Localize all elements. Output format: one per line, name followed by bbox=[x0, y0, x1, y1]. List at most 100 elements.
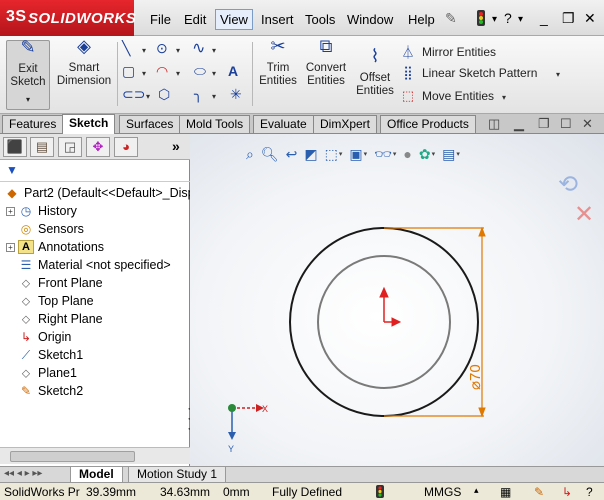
chevron-down-icon[interactable]: ▾ bbox=[142, 46, 146, 55]
menu-help[interactable]: Help bbox=[404, 10, 439, 29]
tab-motion-study-1[interactable]: Motion Study 1 bbox=[128, 467, 227, 483]
rectangle-icon[interactable]: ▢ bbox=[122, 63, 135, 80]
sketch-status-icon[interactable]: ✎ bbox=[534, 485, 544, 499]
scrollbar-thumb[interactable] bbox=[10, 451, 135, 462]
feature-manager-tab-icon[interactable]: ⬛ bbox=[3, 137, 27, 157]
spline-icon[interactable]: ∿ bbox=[192, 38, 205, 58]
menu-tools[interactable]: Tools bbox=[301, 10, 339, 29]
doc-close-icon[interactable]: ✕ bbox=[582, 116, 593, 132]
point-icon[interactable]: ✳ bbox=[230, 86, 242, 103]
linear-pattern-button[interactable]: ⣿ Linear Sketch Pattern bbox=[400, 65, 537, 81]
expand-icon[interactable]: + bbox=[6, 242, 15, 252]
chevron-down-icon[interactable]: ▾ bbox=[556, 70, 560, 79]
menu-edit[interactable]: Edit bbox=[180, 10, 210, 29]
rebuild-status-icon[interactable]: ▦ bbox=[500, 485, 511, 499]
scroll-left-icon[interactable]: ◂◂ ◂ ▸ ▸▸ bbox=[4, 468, 42, 479]
move-entities-button[interactable]: ⬚ Move Entities bbox=[400, 88, 494, 104]
arc-icon[interactable]: ◠ bbox=[156, 63, 168, 80]
status-units[interactable]: MMGS bbox=[424, 485, 461, 499]
smart-dimension-button[interactable]: ◈ Smart Dimension bbox=[54, 37, 114, 88]
tree-root-part[interactable]: ◆ Part2 (Default<<Default>_Disp bbox=[4, 184, 194, 202]
tree-item-top-plane[interactable]: ⬦ Top Plane bbox=[18, 292, 94, 310]
chevron-down-icon[interactable]: ▾ bbox=[492, 14, 497, 25]
pin-icon[interactable]: ✎ bbox=[445, 10, 457, 27]
tab-office-products[interactable]: Office Products bbox=[380, 115, 476, 133]
filter-bar[interactable]: ▼ bbox=[0, 160, 190, 182]
doc-float-icon[interactable]: ◫ bbox=[488, 116, 500, 132]
tree-item-annotations[interactable]: + A Annotations bbox=[6, 238, 104, 256]
convert-entities-button[interactable]: ⧉ Convert Entities bbox=[302, 37, 350, 88]
fillet-icon[interactable]: ╮ bbox=[194, 86, 202, 103]
chevron-up-icon[interactable]: ▴ bbox=[474, 485, 479, 496]
chevron-down-icon[interactable]: ▾ bbox=[7, 93, 49, 106]
chevron-down-icon[interactable]: ▾ bbox=[212, 69, 216, 78]
chevron-down-icon[interactable]: ▾ bbox=[518, 14, 523, 25]
graphics-area[interactable]: ⌕ 🔍︎ ↩ ◩ ⬚▾ ▣▾ 👓︎▾ ● ✿▾ ▤▾ ⟲ ✕ ⌀70 bbox=[190, 134, 604, 466]
tree-item-front-plane[interactable]: ⬦ Front Plane bbox=[18, 274, 103, 292]
restore-icon[interactable]: ❐ bbox=[562, 10, 575, 27]
bottom-tabs: ◂◂ ◂ ▸ ▸▸ Model Motion Study 1 bbox=[0, 466, 604, 483]
menu-view[interactable]: View bbox=[215, 9, 253, 30]
help-status-icon[interactable]: ? bbox=[586, 485, 593, 499]
tab-features[interactable]: Features bbox=[2, 115, 64, 133]
doc-maximize-icon[interactable]: ☐ bbox=[560, 116, 572, 132]
tab-model[interactable]: Model bbox=[70, 467, 123, 483]
doc-minimize-icon[interactable]: ▁ bbox=[514, 116, 524, 132]
line-icon[interactable]: ╲ bbox=[122, 40, 130, 57]
chevron-down-icon[interactable]: ▾ bbox=[176, 69, 180, 78]
exit-sketch-button[interactable]: ✎ Exit Sketch ▾ bbox=[6, 38, 50, 110]
text-icon[interactable]: A bbox=[228, 63, 238, 79]
tree-item-sensors[interactable]: ◎ Sensors bbox=[18, 220, 84, 238]
display-manager-tab-icon[interactable]: ◕ bbox=[114, 137, 138, 157]
tab-sketch[interactable]: Sketch bbox=[62, 114, 116, 134]
menu-file[interactable]: File bbox=[146, 10, 175, 29]
menu-window[interactable]: Window bbox=[343, 10, 397, 29]
expand-icon[interactable]: + bbox=[6, 206, 15, 216]
dimension-label[interactable]: ⌀70 bbox=[467, 364, 484, 390]
tree-item-sketch1[interactable]: ⟋ Sketch1 bbox=[18, 346, 83, 364]
chevron-down-icon[interactable]: ▾ bbox=[146, 92, 150, 101]
traffic-light-icon[interactable] bbox=[476, 10, 486, 29]
solidworks-logo[interactable]: 3S SOLIDWORKS bbox=[0, 0, 136, 36]
traffic-light-icon[interactable] bbox=[376, 485, 384, 500]
tab-surfaces[interactable]: Surfaces bbox=[119, 115, 181, 133]
mirror-entities-button[interactable]: ⏃ Mirror Entities bbox=[400, 42, 496, 61]
smart-dimension-label-2: Dimension bbox=[56, 75, 112, 87]
slot-icon[interactable]: ⊂⊃ bbox=[122, 86, 145, 103]
tree-item-right-plane[interactable]: ⬦ Right Plane bbox=[18, 310, 103, 328]
chevron-right-icon[interactable]: » bbox=[172, 138, 180, 154]
chevron-down-icon[interactable]: ▾ bbox=[212, 46, 216, 55]
command-tabs: Features Sketch Surfaces Mold Tools Eval… bbox=[0, 114, 604, 134]
panel-horizontal-scrollbar[interactable] bbox=[0, 447, 190, 464]
trim-entities-button[interactable]: ✂ Trim Entities bbox=[256, 37, 300, 88]
help-icon[interactable]: ? bbox=[504, 10, 512, 26]
tree-item-material[interactable]: ☰ Material <not specified> bbox=[18, 256, 171, 274]
chevron-down-icon[interactable]: ▾ bbox=[176, 46, 180, 55]
trim-label-1: Trim bbox=[266, 62, 290, 74]
tab-evaluate[interactable]: Evaluate bbox=[253, 115, 314, 133]
menu-insert[interactable]: Insert bbox=[257, 10, 298, 29]
origin-status-icon[interactable]: ↳ bbox=[562, 485, 572, 499]
status-y-coordinate: 34.63mm bbox=[160, 485, 211, 499]
close-icon[interactable]: ✕ bbox=[584, 10, 596, 27]
circle-icon[interactable]: ⊙ bbox=[156, 40, 168, 57]
tree-item-origin[interactable]: ↳ Origin bbox=[18, 328, 71, 346]
tab-mold-tools[interactable]: Mold Tools bbox=[179, 115, 251, 133]
property-manager-tab-icon[interactable]: ▤ bbox=[30, 137, 54, 157]
doc-restore-icon[interactable]: ❐ bbox=[538, 116, 550, 132]
polygon-icon[interactable]: ⬡ bbox=[158, 86, 170, 103]
chevron-down-icon[interactable]: ▾ bbox=[212, 92, 216, 101]
dimxpert-manager-tab-icon[interactable]: ✥ bbox=[86, 137, 110, 157]
offset-entities-button[interactable]: ⌇ Offset Entities bbox=[354, 47, 396, 98]
tree-item-sketch2[interactable]: ✎ Sketch2 bbox=[18, 382, 83, 400]
tree-item-plane1[interactable]: ⬦ Plane1 bbox=[18, 364, 77, 382]
tree-item-history[interactable]: + ◷ History bbox=[6, 202, 77, 220]
configuration-manager-tab-icon[interactable]: ◲ bbox=[58, 137, 82, 157]
minimize-icon[interactable]: _ bbox=[540, 10, 548, 26]
ellipse-icon[interactable]: ⬭ bbox=[194, 63, 206, 80]
chevron-down-icon[interactable]: ▾ bbox=[142, 69, 146, 78]
chevron-down-icon[interactable]: ▾ bbox=[502, 93, 506, 102]
sketch-origin[interactable] bbox=[379, 286, 402, 327]
tab-dimxpert[interactable]: DimXpert bbox=[313, 115, 378, 133]
smart-dimension-label-1: Smart bbox=[68, 62, 100, 74]
